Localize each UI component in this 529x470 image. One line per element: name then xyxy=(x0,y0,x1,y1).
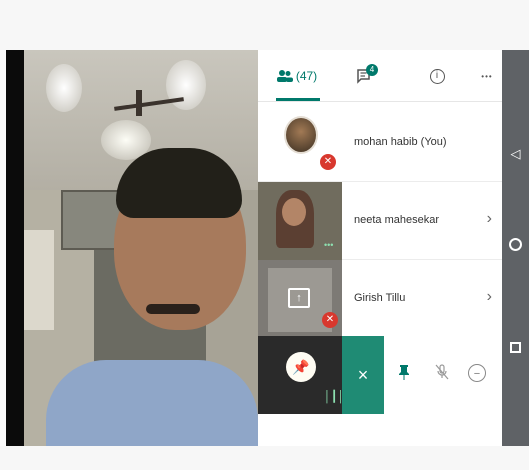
audio-activity-icon: ••• xyxy=(324,240,334,250)
panel-tabs: (47) 4 i ••• xyxy=(258,50,502,102)
participant-face xyxy=(282,198,306,226)
active-tab-indicator xyxy=(276,98,320,101)
people-icon xyxy=(276,70,293,82)
mic-muted-icon: ✕ xyxy=(322,312,338,328)
participant-name: mohan habib (You) xyxy=(354,136,447,148)
speaker-mustache xyxy=(146,304,200,314)
chat-badge: 4 xyxy=(366,64,378,76)
pin-button[interactable] xyxy=(394,364,414,384)
participant-thumbnail: 📌 │┃│ xyxy=(258,336,344,414)
present-screen-icon: ↑ xyxy=(288,288,310,308)
participant-row[interactable]: ✕ mohan habib (You) xyxy=(258,104,502,182)
ceiling-light xyxy=(46,64,82,112)
more-options-button[interactable]: ••• xyxy=(472,62,502,90)
home-icon[interactable] xyxy=(509,238,522,251)
participant-action-bar: × − xyxy=(342,336,502,414)
people-count: (47) xyxy=(295,69,318,83)
participant-video-thumbnail: ••• xyxy=(258,182,342,260)
tab-chat[interactable]: 4 xyxy=(350,62,380,90)
top-area xyxy=(0,0,529,50)
tab-people[interactable]: (47) xyxy=(272,62,322,101)
participant-actions-row: 📌 │┃│ × − xyxy=(258,336,502,414)
cupboard xyxy=(24,230,54,330)
bottom-area xyxy=(0,446,529,470)
close-actions-button[interactable]: × xyxy=(342,336,384,414)
mute-button[interactable] xyxy=(432,364,452,384)
screen: (47) 4 i ••• ✕ mohan habib (You) ••• nee… xyxy=(0,0,529,470)
remove-participant-button[interactable]: − xyxy=(468,364,486,382)
system-nav-bar: ◁ xyxy=(502,50,529,446)
more-icon: ••• xyxy=(481,71,493,81)
chevron-right-icon: › xyxy=(486,288,492,305)
participant-name: Girish Tillu xyxy=(354,292,406,304)
participant-thumbnail: ↑ ✕ xyxy=(258,260,342,338)
participant-row[interactable]: ••• neeta mahesekar › xyxy=(258,182,502,260)
participant-row[interactable]: ↑ ✕ Girish Tillu › xyxy=(258,260,502,338)
pin-icon xyxy=(399,365,409,380)
main-video[interactable] xyxy=(6,50,258,446)
back-icon[interactable]: ◁ xyxy=(508,146,523,161)
mic-muted-icon: ✕ xyxy=(320,154,336,170)
mic-off-icon xyxy=(435,364,449,380)
video-letterbox xyxy=(6,50,24,446)
avatar xyxy=(284,116,318,154)
pin-icon: 📌 xyxy=(286,352,316,382)
participant-name: neeta mahesekar xyxy=(354,214,439,226)
chevron-right-icon: › xyxy=(486,210,492,227)
participant-thumbnail: ✕ xyxy=(258,104,342,182)
speaker-shirt xyxy=(46,360,258,446)
recents-icon[interactable] xyxy=(510,342,521,353)
tab-info[interactable]: i xyxy=(422,62,452,90)
info-icon: i xyxy=(429,68,445,84)
